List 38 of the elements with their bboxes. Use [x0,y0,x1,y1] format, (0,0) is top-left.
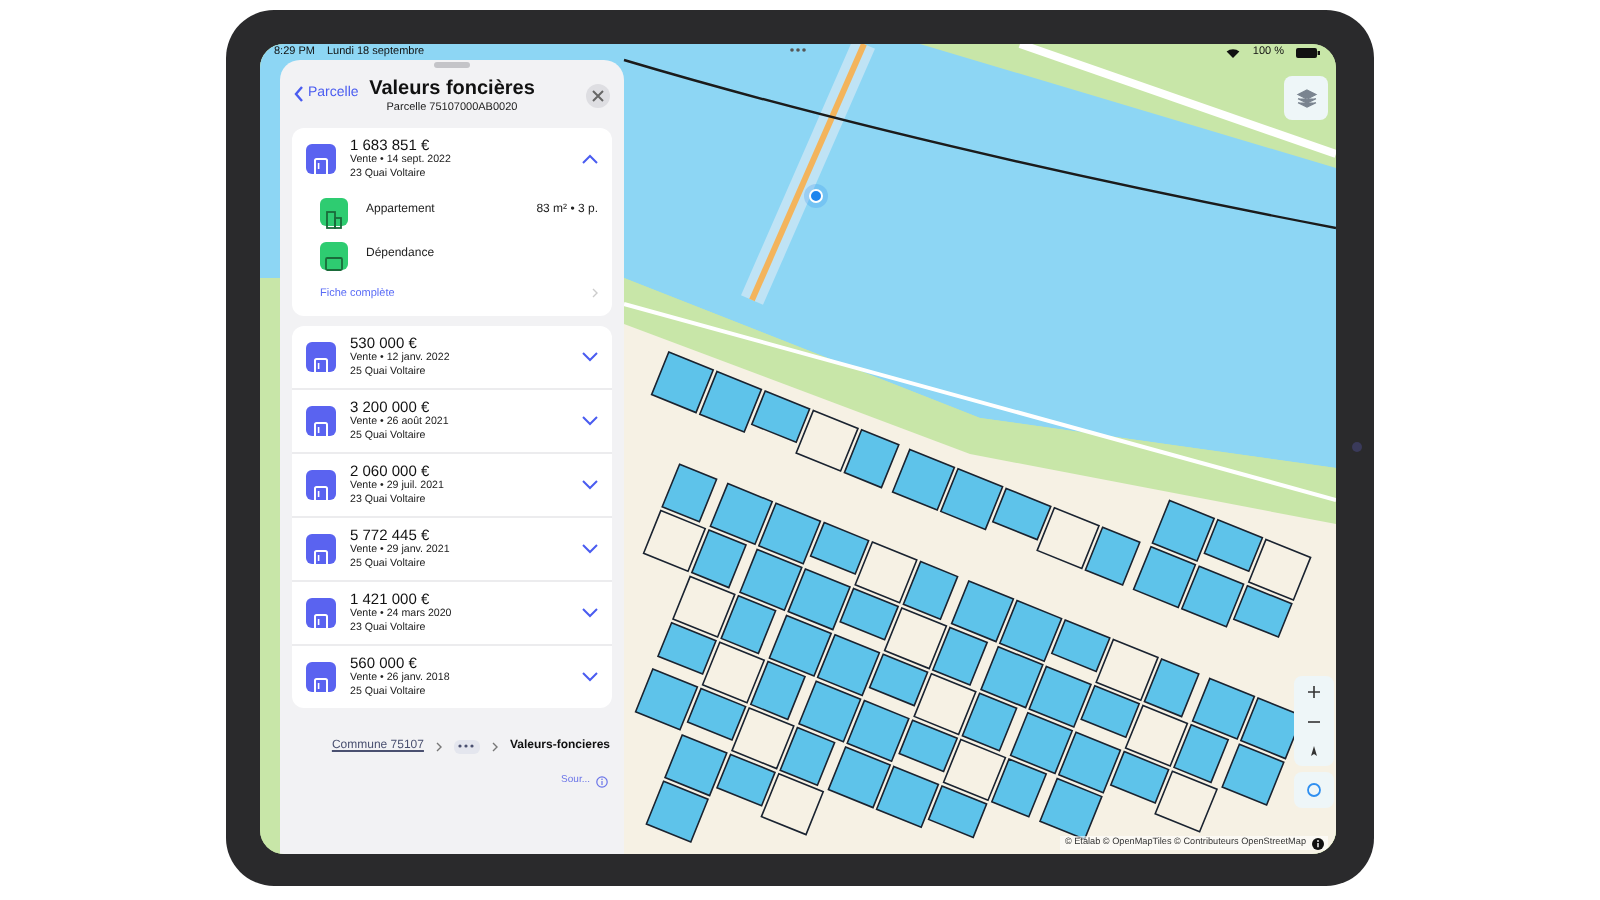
chevron-down-icon[interactable] [582,416,598,427]
location-icon [804,184,828,208]
wifi-icon [1226,47,1241,57]
chevron-right-icon [435,741,442,752]
close-button[interactable] [586,83,610,107]
document-icon [306,534,336,565]
locate-icon [1306,782,1322,798]
chevron-down-icon[interactable] [582,352,598,363]
more-button[interactable] [453,739,480,754]
chevron-down-icon[interactable] [582,608,598,619]
chevron-down-icon[interactable] [582,544,598,555]
document-icon [306,144,336,174]
document-icon [306,662,336,693]
ellipsis-icon [458,744,475,749]
battery-icon [1296,47,1320,57]
building-icon [320,197,348,225]
plus-icon [1306,683,1322,699]
camera-icon [1352,442,1362,452]
grab-handle[interactable] [434,62,470,67]
chevron-right-icon [592,288,598,299]
compass-icon [1306,743,1322,759]
document-icon [306,470,336,501]
locate-button[interactable] [1294,772,1334,808]
document-icon [306,342,336,373]
layers-button[interactable] [1284,76,1328,120]
chevron-down-icon[interactable] [582,480,598,491]
close-icon [592,89,604,101]
document-icon [306,598,336,629]
rectangle-icon [320,241,348,269]
chevron-right-icon [491,741,498,752]
document-icon [306,406,336,437]
info-icon[interactable] [1312,837,1324,850]
panel-title: Valeurs foncières [369,78,535,102]
layers-icon [1295,87,1317,109]
chevron-up-icon[interactable] [582,154,598,164]
more-icon[interactable] [790,47,806,52]
chevron-left-icon [294,85,304,102]
chevron-down-icon[interactable] [582,672,598,683]
